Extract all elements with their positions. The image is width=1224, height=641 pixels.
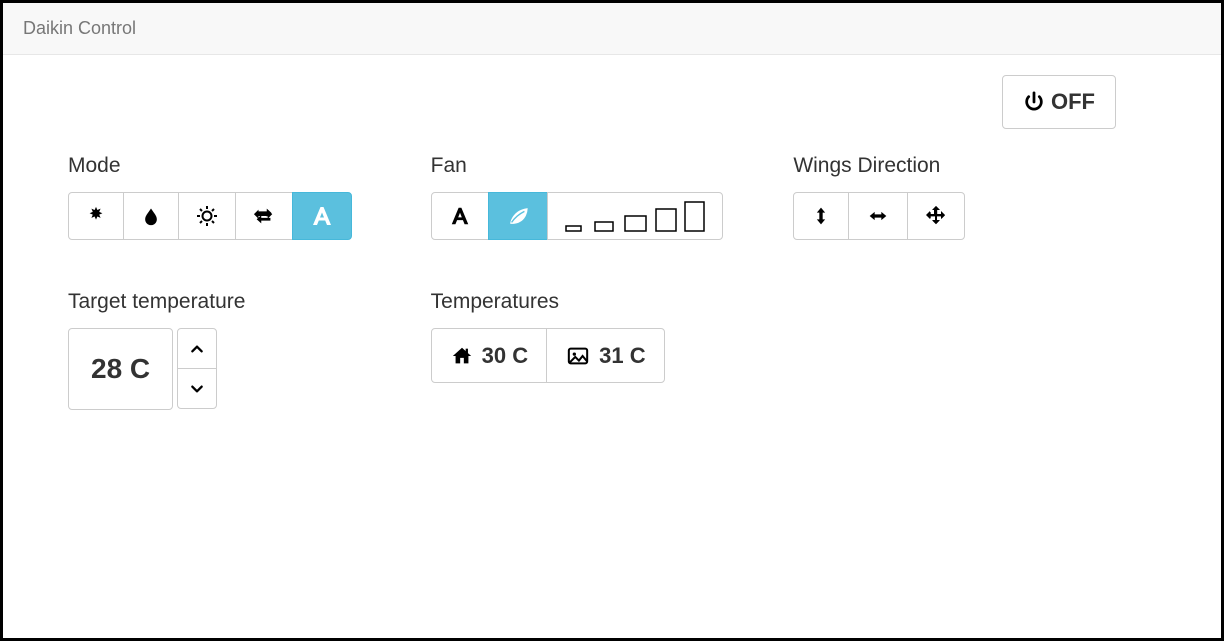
target-temp-section: Target temperature 28 C <box>68 290 431 410</box>
fan-title: Fan <box>431 154 779 178</box>
wings-button-group <box>793 192 965 240</box>
arrows-horizontal-icon <box>865 206 891 226</box>
fan-silent-button[interactable] <box>488 192 548 240</box>
fan-button-group <box>431 192 723 240</box>
target-temp-control: 28 C <box>68 328 217 410</box>
font-a-icon <box>309 204 335 228</box>
wings-section: Wings Direction <box>793 154 1156 240</box>
temperatures-section: Temperatures 30 C <box>431 290 794 410</box>
retweet-icon <box>252 205 276 227</box>
power-icon <box>1023 91 1045 113</box>
temp-up-button[interactable] <box>177 328 217 369</box>
arrows-vertical-icon <box>811 204 831 228</box>
fan-section: Fan <box>431 154 794 240</box>
controls-row-1: Mode <box>68 154 1156 240</box>
droplet-icon <box>141 205 161 227</box>
mode-section: Mode <box>68 154 431 240</box>
outdoor-temp-value: 31 C <box>599 341 645 370</box>
target-temp-title: Target temperature <box>68 290 416 314</box>
mode-button-group <box>68 192 352 240</box>
arrows-move-icon <box>924 204 948 228</box>
chevron-up-icon <box>188 342 206 356</box>
power-button[interactable]: OFF <box>1002 75 1116 129</box>
wings-full-button[interactable] <box>907 192 965 240</box>
mode-heat-button[interactable] <box>178 192 236 240</box>
picture-icon <box>565 345 591 367</box>
temperatures-group: 30 C 31 C <box>431 328 665 383</box>
target-temp-display: 28 C <box>68 328 173 410</box>
temperatures-title: Temperatures <box>431 290 779 314</box>
navbar-brand[interactable]: Daikin Control <box>23 18 136 38</box>
target-temp-spinner <box>177 328 217 410</box>
fan-auto-button[interactable] <box>431 192 489 240</box>
power-label: OFF <box>1051 87 1095 116</box>
mode-fan-button[interactable] <box>235 192 293 240</box>
navbar: Daikin Control <box>3 3 1221 55</box>
wings-title: Wings Direction <box>793 154 1141 178</box>
controls-row-2: Target temperature 28 C <box>68 290 1156 410</box>
mode-auto-button[interactable] <box>292 192 352 240</box>
chevron-down-icon <box>188 382 206 396</box>
empty-col <box>793 290 1156 410</box>
outdoor-temp-display: 31 C <box>546 328 664 383</box>
snowflake-icon <box>85 205 107 227</box>
indoor-temp-display: 30 C <box>431 328 547 383</box>
sun-icon <box>195 204 219 228</box>
indoor-temp-value: 30 C <box>482 341 528 370</box>
power-row: OFF <box>68 75 1156 129</box>
fan-speed-bars-button[interactable] <box>547 192 723 240</box>
mode-dry-button[interactable] <box>123 192 179 240</box>
bars-icon <box>560 199 710 233</box>
temp-down-button[interactable] <box>177 368 217 409</box>
mode-cool-button[interactable] <box>68 192 124 240</box>
leaf-icon <box>505 205 531 227</box>
font-a-icon <box>448 205 472 227</box>
mode-title: Mode <box>68 154 416 178</box>
target-temp-value: 28 C <box>91 353 150 385</box>
wings-vertical-button[interactable] <box>793 192 849 240</box>
home-icon <box>450 345 474 367</box>
wings-horizontal-button[interactable] <box>848 192 908 240</box>
